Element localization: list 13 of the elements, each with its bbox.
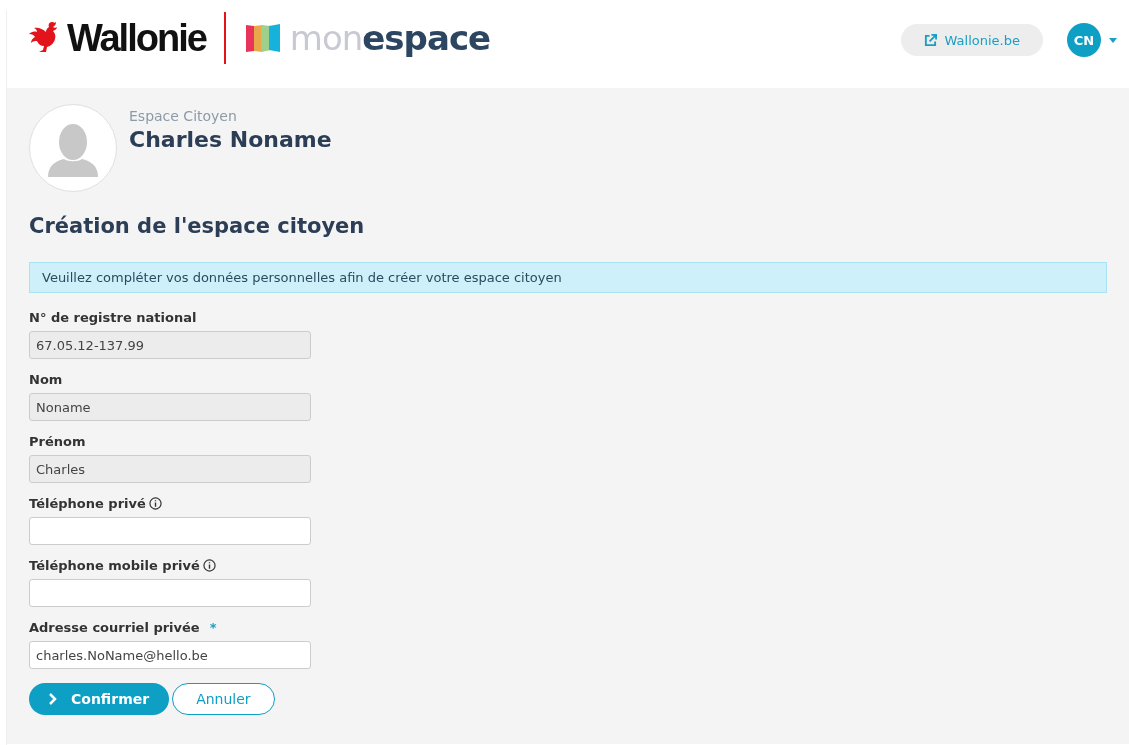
field-label: N° de registre national [29, 309, 197, 325]
field-label: Adresse courriel privée [29, 619, 200, 635]
input-field[interactable]: charles.NoName@hello.be [29, 641, 311, 669]
user-name: Charles Noname [129, 127, 332, 152]
brand-logo-text: Wallonie [67, 16, 206, 60]
page-title: Création de l'espace citoyen [29, 214, 366, 238]
info-alert: Veuillez compléter vos données personnelles afin de créer votre espace citoyen [29, 262, 1107, 293]
field-label: Téléphone privé [29, 495, 146, 511]
space-label: Espace Citoyen [129, 108, 238, 124]
field-label: Téléphone mobile privé [29, 557, 200, 573]
field-label: Prénom [29, 433, 86, 449]
field-label: Nom [29, 371, 63, 387]
required-mark: * [209, 619, 217, 635]
